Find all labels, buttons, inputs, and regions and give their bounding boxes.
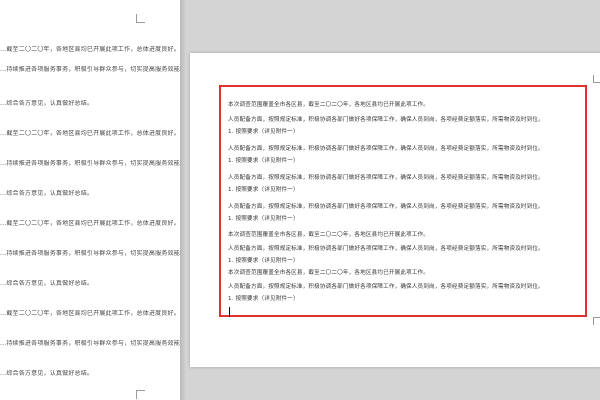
- previous-page-line: ...综合各方意见，认真做好总结。: [0, 190, 94, 197]
- previous-page-line: ...截至二〇二〇年，各地区县均已开展此项工作，总体进度良好。: [0, 46, 180, 53]
- document-text-line[interactable]: 本次调查范围覆盖全市各区县，截至二〇二〇年，各地区县均已开展此项工作。: [228, 269, 429, 277]
- document-page[interactable]: 本次调查范围覆盖全市各区县，截至二〇二〇年，各地区县均已开展此项工作。人员配备方…: [190, 53, 600, 367]
- previous-page-line: ...截至二〇二〇年，各地区县均已开展此项工作，总体进度良好。: [0, 310, 180, 317]
- previous-page-line: ...综合各方意见，认真做好总结。: [0, 370, 94, 377]
- previous-page-line: ...综合各方意见，认真做好总结。: [0, 100, 94, 107]
- page-shadow: [180, 0, 186, 400]
- document-text-line[interactable]: 本次调查范围覆盖全市各区县，截至二〇二〇年，各地区县均已开展此项工作。: [228, 231, 429, 239]
- document-text-line[interactable]: 人员配备方面，按照规定标准，积极协调各部门做好各项保障工作，确保人员到岗，各项经…: [228, 283, 544, 291]
- document-text-line[interactable]: 人员配备方面，按照规定标准，积极协调各部门做好各项保障工作，确保人员到岗，各项经…: [228, 116, 544, 124]
- previous-page-line: ...综合各方意见，认真做好总结。: [0, 280, 94, 287]
- document-text-line[interactable]: 1. 按照要求（详见附件一）: [228, 128, 299, 136]
- previous-page-line: ...截至二〇二〇年，各地区县均已开展此项工作，总体进度良好。: [0, 220, 180, 227]
- page-corner-mark: [593, 75, 600, 83]
- previous-page-line: ...持续推进各项服务事务，积极引导群众参与，切实提高服务效能。: [0, 340, 180, 347]
- document-text-line[interactable]: 本次调查范围覆盖全市各区县，截至二〇二〇年，各地区县均已开展此项工作。: [228, 101, 429, 109]
- previous-page-line: ...持续推进各项服务事务，积极引导群众参与，切实提高服务效能。: [0, 250, 180, 257]
- page-corner-mark: [136, 390, 145, 399]
- text-cursor: [229, 307, 230, 317]
- document-text-line[interactable]: 人员配备方面，按照规定标准，积极协调各部门做好各项保障工作，确保人员到岗，各项经…: [228, 145, 544, 153]
- document-text-line[interactable]: 人员配备方面，按照规定标准，积极协调各部门做好各项保障工作，确保人员到岗，各项经…: [228, 203, 544, 211]
- document-text-line[interactable]: 1. 按照要求（详见附件一）: [228, 186, 299, 194]
- previous-page: ...截至二〇二〇年，各地区县均已开展此项工作，总体进度良好。 ...持续推进各项…: [0, 0, 180, 400]
- document-text-line[interactable]: 1. 按照要求（详见附件一）: [228, 157, 299, 165]
- previous-page-line: ...持续推进各项服务事务，积极引导群众参与，切实提高服务效能。: [0, 66, 180, 73]
- previous-page-line: ...截至二〇二〇年，各地区县均已开展此项工作，总体进度良好。: [0, 130, 180, 137]
- document-text-line[interactable]: 人员配备方面，按照规定标准，积极协调各部门做好各项保障工作，确保人员到岗，各项经…: [228, 245, 544, 253]
- previous-page-line: ...持续推进各项服务事务，积极引导群众参与，切实提高服务效能。: [0, 160, 180, 167]
- document-text-line[interactable]: 1. 按照要求（详见附件一）: [228, 257, 299, 265]
- page-corner-mark: [593, 317, 600, 325]
- page-corner-mark: [136, 14, 145, 23]
- document-text-line[interactable]: 人员配备方面，按照规定标准，积极协调各部门做好各项保障工作，确保人员到岗，各项经…: [228, 174, 544, 182]
- document-text-line[interactable]: 1. 按照要求（详见附件一）: [228, 295, 299, 303]
- document-text-line[interactable]: 1. 按照要求（详见附件一）: [228, 215, 299, 223]
